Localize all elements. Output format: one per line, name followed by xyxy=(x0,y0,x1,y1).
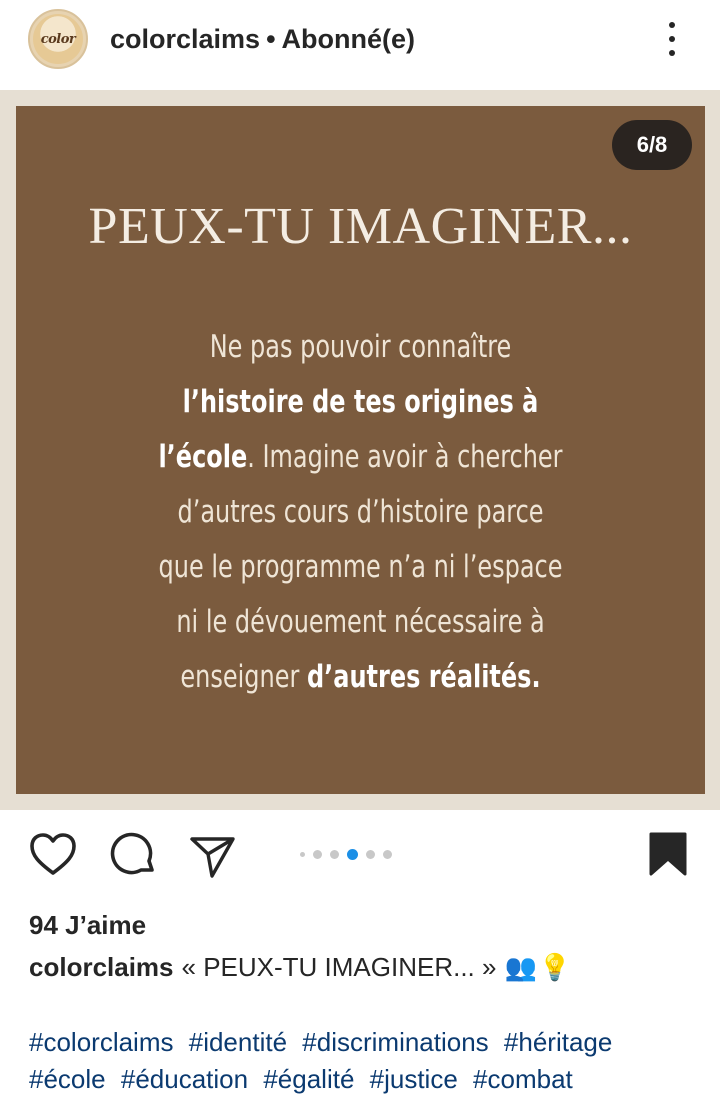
body-bold-text: l’histoire de tes origines à xyxy=(182,384,539,420)
hashtag-link[interactable]: #combat xyxy=(473,1064,573,1094)
carousel-dot xyxy=(383,849,392,859)
carousel-indicator xyxy=(300,848,392,860)
carousel-dot xyxy=(300,851,305,857)
slide-counter: 6/8 xyxy=(612,120,692,170)
follow-status[interactable]: Abonné(e) xyxy=(282,24,415,55)
hashtag-link[interactable]: #justice xyxy=(370,1064,458,1094)
post-header: color colorclaims • Abonné(e) xyxy=(0,0,720,90)
hashtags: #colorclaims #identité #discriminations … xyxy=(29,1024,709,1098)
hashtag-link[interactable]: #éducation xyxy=(121,1064,248,1094)
separator-dot: • xyxy=(266,23,276,54)
hashtag-link[interactable]: #héritage xyxy=(504,1027,612,1057)
bookmark-icon[interactable] xyxy=(645,830,691,880)
body-text: . Imagine avoir à chercher xyxy=(247,439,563,475)
carousel-dot xyxy=(313,849,322,859)
caption-username[interactable]: colorclaims xyxy=(29,952,174,983)
lightbulb-emoji: 💡 xyxy=(538,952,572,982)
carousel-dot xyxy=(330,849,339,859)
body-line: que le programme n’a ni l’espace xyxy=(158,549,563,585)
hashtag-link[interactable]: #discriminations xyxy=(302,1027,488,1057)
body-bold-text: l’école xyxy=(158,439,248,475)
hashtag-link[interactable]: #colorclaims xyxy=(29,1027,174,1057)
send-icon[interactable] xyxy=(188,830,238,880)
body-line: l’histoire de tes origines à xyxy=(64,375,657,430)
carousel-dot-active xyxy=(347,848,358,860)
post-image-title: PEUX-TU IMAGINER... xyxy=(88,198,633,255)
hashtag-link[interactable]: #égalité xyxy=(263,1064,354,1094)
post-image-body: Ne pas pouvoir connaître l’histoire de t… xyxy=(16,320,705,705)
caption-text: « PEUX-TU IMAGINER... » xyxy=(181,952,497,982)
hashtag-link[interactable]: #identité xyxy=(189,1027,287,1057)
people-emoji: 👥 xyxy=(504,952,537,982)
header-text: colorclaims • Abonné(e) xyxy=(110,22,415,56)
likes-count[interactable]: 94 J’aime xyxy=(29,910,146,941)
caption: colorclaims « PEUX-TU IMAGINER... » 👥 💡 xyxy=(29,952,571,983)
carousel-dot xyxy=(366,849,375,859)
body-line: enseigner d’autres réalités. xyxy=(64,650,657,705)
body-text: enseigner xyxy=(180,659,307,695)
avatar[interactable]: color xyxy=(28,9,88,69)
body-line: d’autres cours d’histoire parce xyxy=(177,494,544,530)
heart-icon[interactable] xyxy=(28,830,78,880)
comment-icon[interactable] xyxy=(108,830,158,880)
body-line: l’école. Imagine avoir à chercher xyxy=(64,430,657,485)
body-bold-text: d’autres réalités. xyxy=(306,659,541,695)
hashtag-link[interactable]: #école xyxy=(29,1064,106,1094)
username-link[interactable]: colorclaims xyxy=(110,24,260,55)
body-line: ni le dévouement nécessaire à xyxy=(176,604,545,640)
body-line: Ne pas pouvoir connaître xyxy=(209,329,512,365)
avatar-logo: color xyxy=(33,14,83,64)
more-options-icon[interactable] xyxy=(660,18,684,60)
